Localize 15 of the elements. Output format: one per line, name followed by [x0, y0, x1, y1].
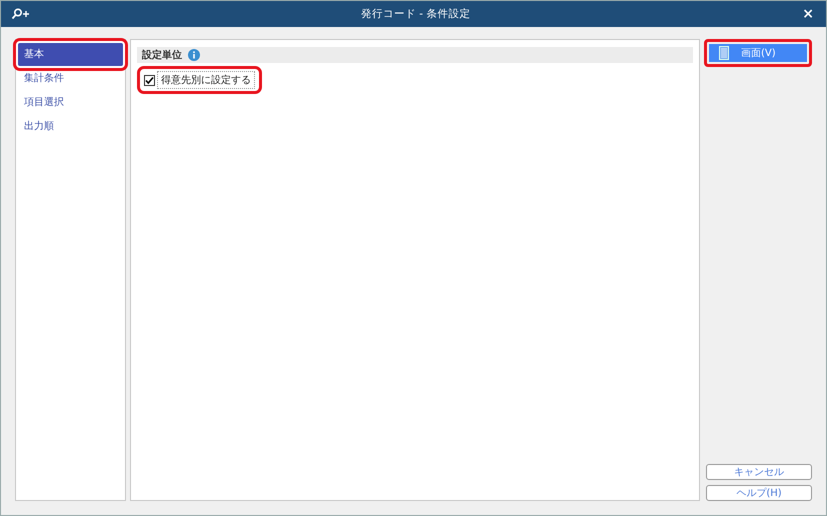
sidebar-item[interactable]: 基本: [18, 43, 123, 66]
sidebar-item[interactable]: 出力順: [18, 115, 123, 138]
dialog-button[interactable]: ヘルプ(H): [706, 485, 812, 501]
info-icon[interactable]: [188, 49, 200, 61]
section-title: 設定単位: [142, 48, 182, 62]
checkbox-label: 得意先別に設定する: [157, 71, 255, 89]
window-title: 発行コード - 条件設定: [360, 7, 472, 21]
checkbox-row[interactable]: 得意先別に設定する: [141, 70, 258, 90]
dialog-button[interactable]: キャンセル: [706, 464, 812, 480]
document-icon: [719, 46, 729, 60]
checkbox[interactable]: [144, 74, 155, 86]
search-icon[interactable]: [11, 8, 31, 20]
sidebar-item[interactable]: 項目選択: [18, 91, 123, 114]
sidebar-item[interactable]: 集計条件: [18, 67, 123, 90]
close-button[interactable]: ×: [800, 6, 816, 22]
